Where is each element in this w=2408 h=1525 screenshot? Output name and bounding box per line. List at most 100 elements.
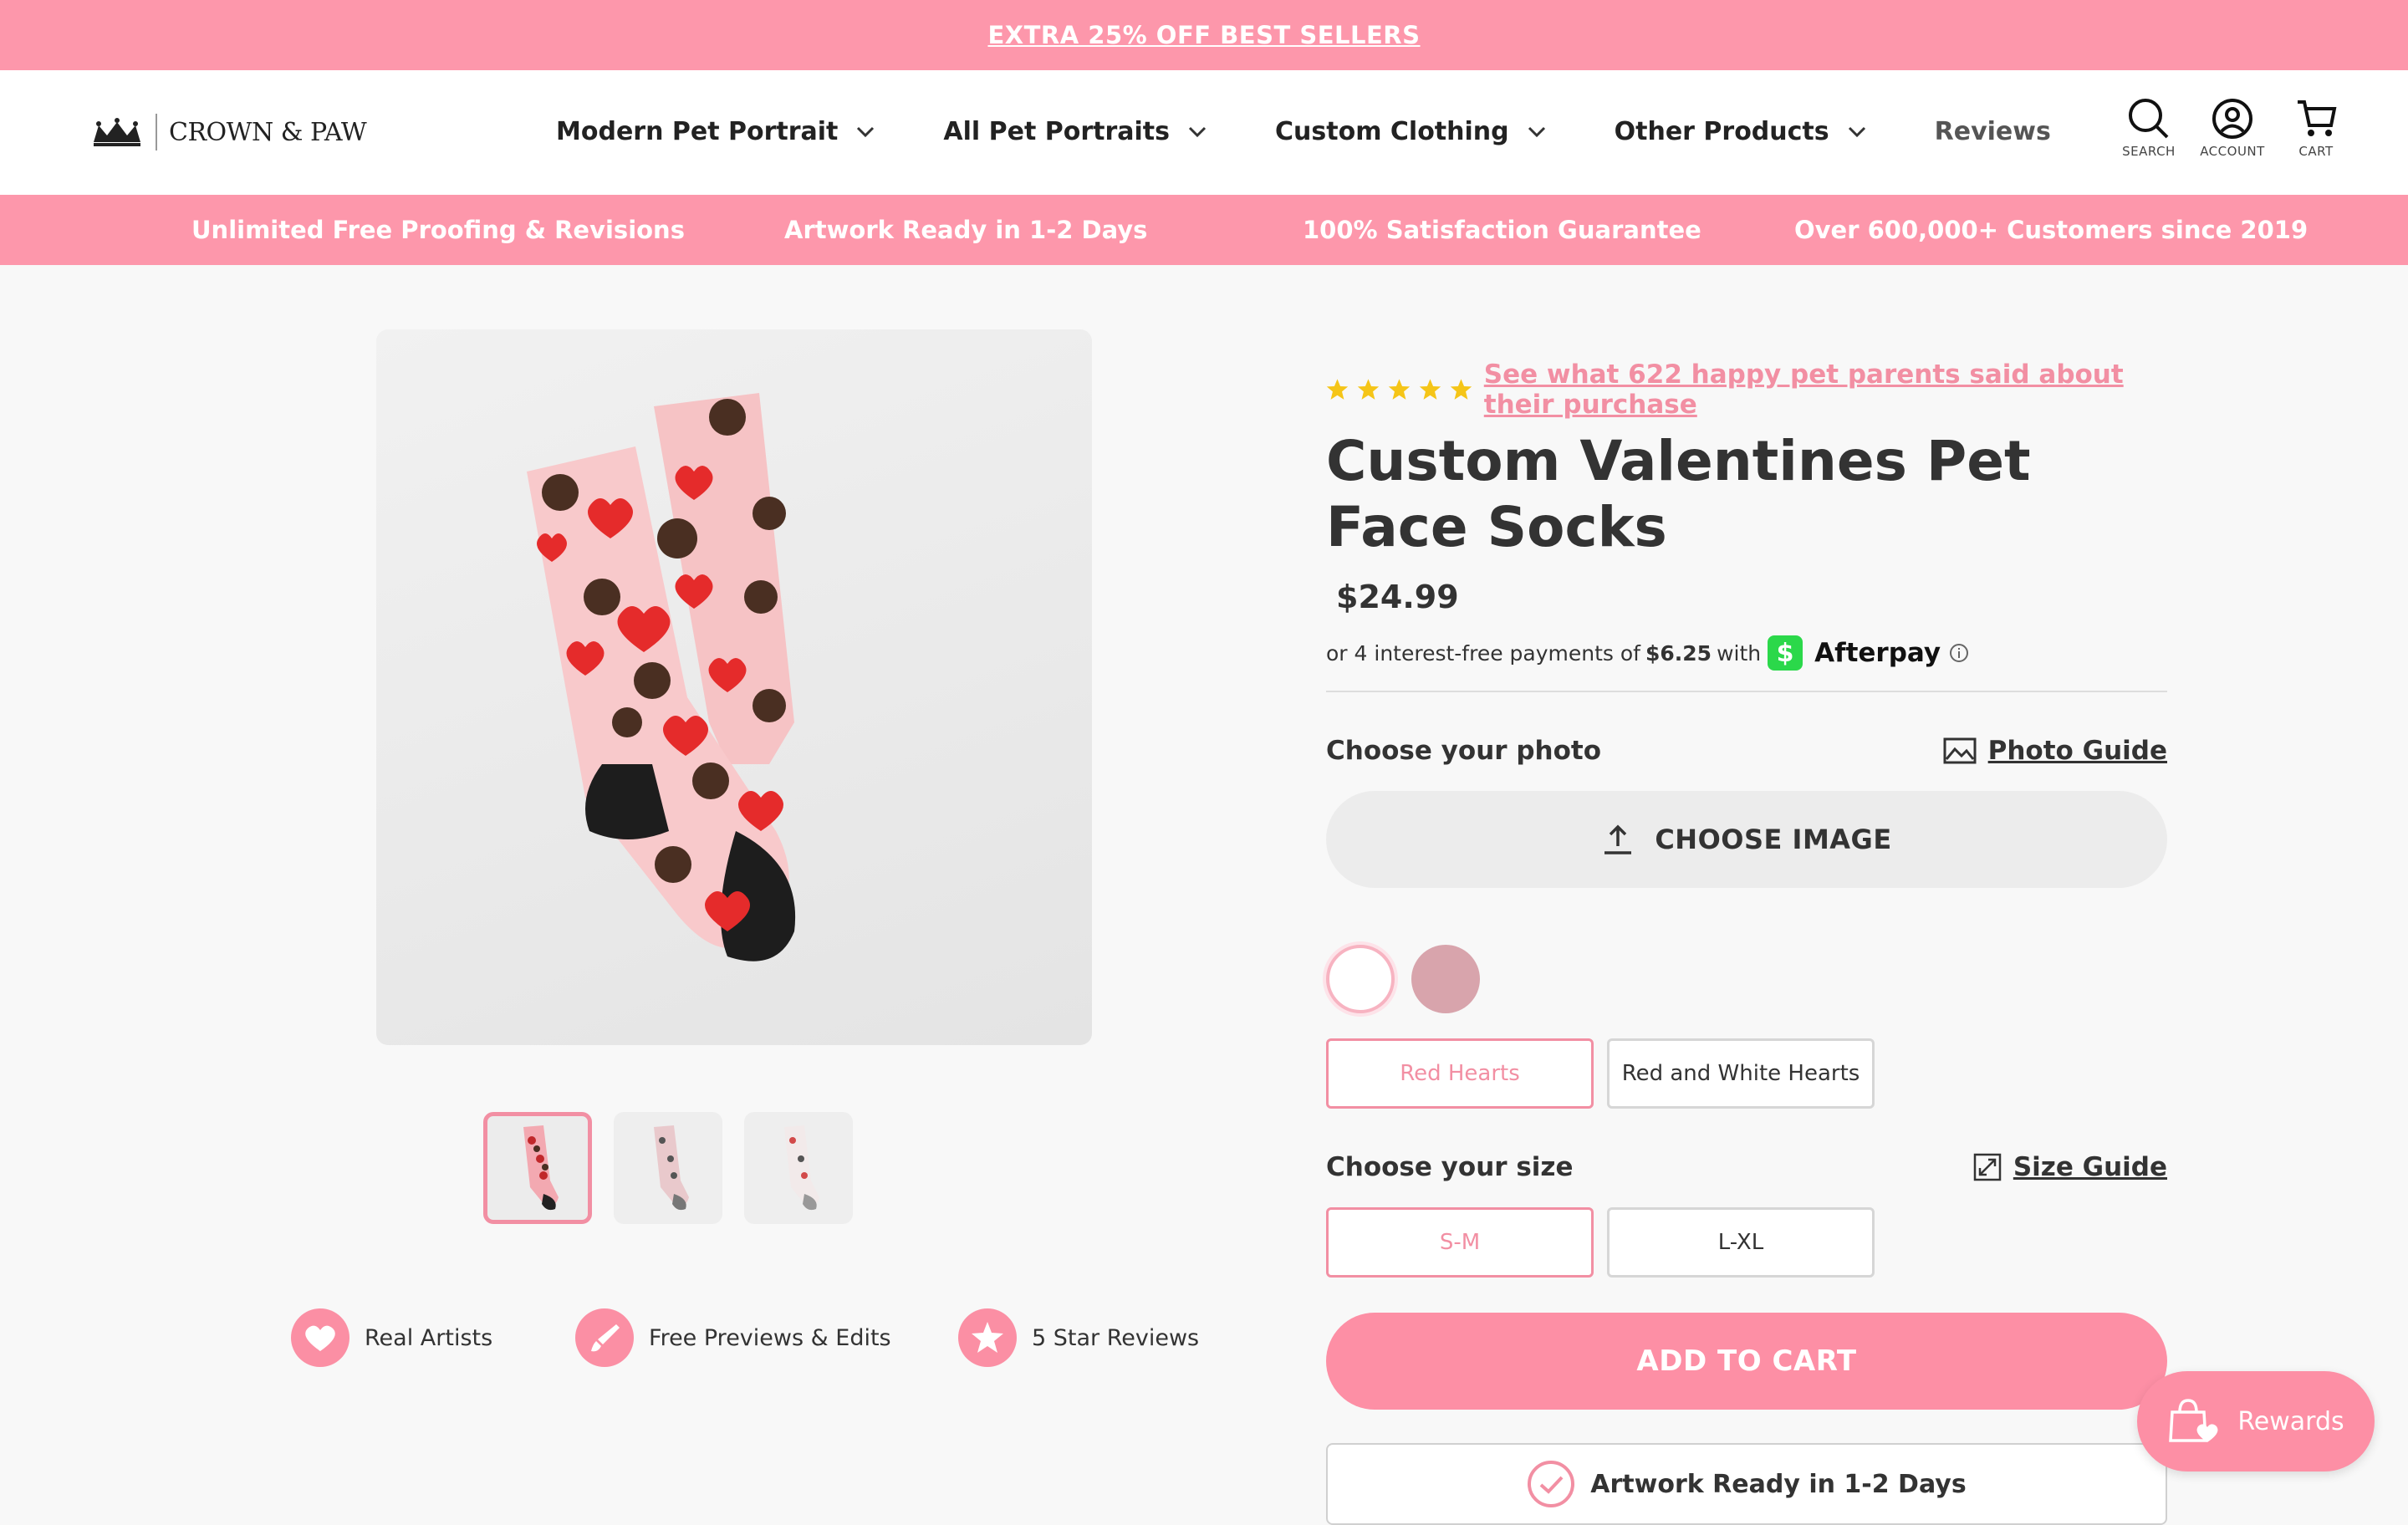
nav-label: Custom Clothing <box>1275 117 1509 146</box>
product-title: Custom Valentines Pet Face Socks <box>1326 429 2031 559</box>
header-icons: SEARCH ACCOUNT CART <box>2107 97 2358 159</box>
afterpay-line: or 4 interest-free payments of $6.25 wit… <box>1326 635 2167 671</box>
size-row: Choose your size Size Guide <box>1326 1152 2167 1182</box>
star-icon <box>1326 379 1349 400</box>
afterpay-prefix: or 4 interest-free payments of <box>1326 640 1640 666</box>
size-option-l-xl[interactable]: L-XL <box>1607 1207 1875 1278</box>
swatch-pink[interactable] <box>1411 945 1480 1013</box>
swatch-white[interactable] <box>1326 945 1395 1013</box>
badge-label: Real Artists <box>365 1324 493 1351</box>
thumbnail-1[interactable] <box>483 1112 592 1224</box>
promo-link[interactable]: EXTRA 25% OFF BEST SELLERS <box>987 21 1420 49</box>
nav-item-all-pet-portraits[interactable]: All Pet Portraits <box>943 117 1207 146</box>
star-icon <box>1357 379 1380 400</box>
product-details: See what 622 happy pet parents said abou… <box>1326 360 2167 1525</box>
expand-icon <box>1973 1153 2002 1181</box>
photo-guide-label: Photo Guide <box>1987 736 2167 766</box>
logo[interactable]: CROWN & PAW <box>90 114 367 150</box>
check-circle-icon <box>1528 1461 1575 1507</box>
logo-divider <box>156 114 157 150</box>
product-main-image[interactable] <box>376 329 1092 1045</box>
product-price: $24.99 <box>1336 579 1459 615</box>
add-to-cart-button[interactable]: ADD TO CART <box>1326 1313 2167 1410</box>
cart-button[interactable]: CART <box>2274 97 2358 159</box>
search-label: SEARCH <box>2122 144 2176 159</box>
account-button[interactable]: ACCOUNT <box>2191 97 2274 159</box>
chevron-down-icon <box>857 126 875 137</box>
main-nav: Modern Pet Portrait All Pet Portraits Cu… <box>556 117 2120 146</box>
socks-thumbnail <box>523 1125 559 1211</box>
style-option-red-white-hearts[interactable]: Red and White Hearts <box>1607 1038 1875 1109</box>
size-guide-label: Size Guide <box>2013 1152 2167 1182</box>
cart-label: CART <box>2298 144 2334 159</box>
size-label: Choose your size <box>1326 1152 1574 1182</box>
badge-5-star-reviews: 5 Star Reviews <box>958 1308 1199 1367</box>
badge-label: Free Previews & Edits <box>649 1324 891 1351</box>
upload-icon <box>1604 824 1632 854</box>
size-option-s-m[interactable]: S-M <box>1326 1207 1594 1278</box>
nav-label: All Pet Portraits <box>943 117 1171 146</box>
divider <box>1326 691 2167 692</box>
chevron-down-icon <box>1188 126 1207 137</box>
nav-item-modern-pet-portrait[interactable]: Modern Pet Portrait <box>556 117 875 146</box>
photo-guide-link[interactable]: Photo Guide <box>1943 736 2167 766</box>
nav-label: Modern Pet Portrait <box>556 117 839 146</box>
photo-label: Choose your photo <box>1326 736 1602 766</box>
account-icon <box>2212 99 2252 139</box>
artwork-ready-label: Artwork Ready in 1-2 Days <box>1590 1469 1967 1499</box>
color-swatches <box>1326 945 2167 1013</box>
info-icon[interactable] <box>1949 643 1969 663</box>
rewards-label: Rewards <box>2237 1406 2344 1436</box>
badge-label: 5 Star Reviews <box>1032 1324 1200 1351</box>
socks-image <box>527 393 796 961</box>
reviews-link[interactable]: See what 622 happy pet parents said abou… <box>1484 360 2167 420</box>
rating-row: See what 622 happy pet parents said abou… <box>1326 360 2167 420</box>
thumbnail-2[interactable] <box>614 1112 722 1224</box>
nav-item-other-products[interactable]: Other Products <box>1615 117 1866 146</box>
badge-real-artists: Real Artists <box>291 1308 492 1367</box>
style-options: Red Hearts Red and White Hearts <box>1326 1038 2167 1109</box>
search-icon <box>2129 99 2169 139</box>
socks-thumbnail <box>654 1125 689 1211</box>
search-button[interactable]: SEARCH <box>2107 97 2191 159</box>
thumbnail-3[interactable] <box>744 1112 853 1224</box>
feature-guarantee: 100% Satisfaction Guarantee <box>1303 216 1701 244</box>
afterpay-amount: $6.25 <box>1645 640 1712 666</box>
chevron-down-icon <box>1848 126 1865 137</box>
trust-badges: Real Artists Free Previews & Edits 5 Sta… <box>291 1308 1211 1372</box>
nav-label: Reviews <box>1934 117 2051 146</box>
heart-icon <box>291 1308 349 1367</box>
image-icon <box>1943 737 1977 764</box>
star-icon <box>1419 379 1441 400</box>
choose-image-button[interactable]: CHOOSE IMAGE <box>1326 791 2167 888</box>
thumbnail-strip <box>483 1112 853 1224</box>
paintbrush-icon <box>575 1308 634 1367</box>
size-options: S-M L-XL <box>1326 1207 2167 1278</box>
star-icon <box>1450 379 1472 400</box>
socks-thumbnail <box>784 1125 819 1211</box>
site-header: CROWN & PAW Modern Pet Portrait All Pet … <box>0 70 2408 195</box>
style-option-red-hearts[interactable]: Red Hearts <box>1326 1038 1594 1109</box>
badge-free-previews: Free Previews & Edits <box>575 1308 891 1367</box>
crown-icon <box>94 118 140 146</box>
star-icon <box>1388 379 1411 400</box>
promo-bar: EXTRA 25% OFF BEST SELLERS <box>0 0 2408 70</box>
add-to-cart-label: ADD TO CART <box>1636 1344 1857 1378</box>
star-icon <box>958 1308 1017 1367</box>
feature-ready: Artwork Ready in 1-2 Days <box>784 216 1148 244</box>
photo-row: Choose your photo Photo Guide <box>1326 736 2167 766</box>
nav-item-custom-clothing[interactable]: Custom Clothing <box>1275 117 1546 146</box>
nav-item-reviews[interactable]: Reviews <box>1935 117 2051 146</box>
feature-proofing: Unlimited Free Proofing & Revisions <box>191 216 685 244</box>
nav-label: Other Products <box>1614 117 1829 146</box>
artwork-ready-box: Artwork Ready in 1-2 Days <box>1326 1443 2167 1525</box>
size-guide-link[interactable]: Size Guide <box>1973 1152 2167 1182</box>
afterpay-brand: Afterpay <box>1814 638 1941 668</box>
chevron-down-icon <box>1528 126 1545 137</box>
feature-customers: Over 600,000+ Customers since 2019 <box>1794 216 2309 244</box>
afterpay-with: with <box>1717 640 1762 666</box>
choose-image-label: CHOOSE IMAGE <box>1655 824 1892 855</box>
cart-icon <box>2298 100 2337 136</box>
rewards-button[interactable]: Rewards <box>2137 1371 2375 1471</box>
afterpay-dollar-icon: $ <box>1768 635 1803 671</box>
